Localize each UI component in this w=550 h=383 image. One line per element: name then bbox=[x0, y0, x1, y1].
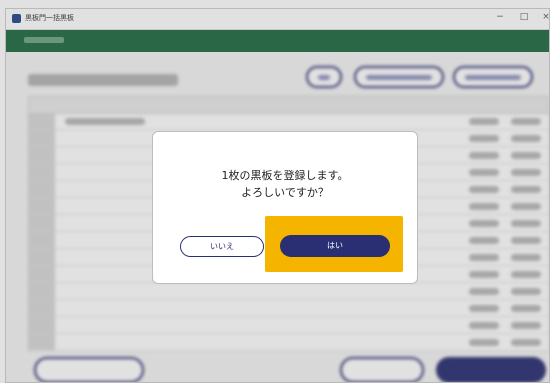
dialog-message-line1: 1枚の黒板を登録します。 bbox=[221, 169, 349, 182]
dialog-message-line2: よろしいですか？ bbox=[241, 186, 329, 199]
yes-button[interactable]: はい bbox=[280, 235, 390, 257]
no-button[interactable]: いいえ bbox=[180, 236, 264, 257]
